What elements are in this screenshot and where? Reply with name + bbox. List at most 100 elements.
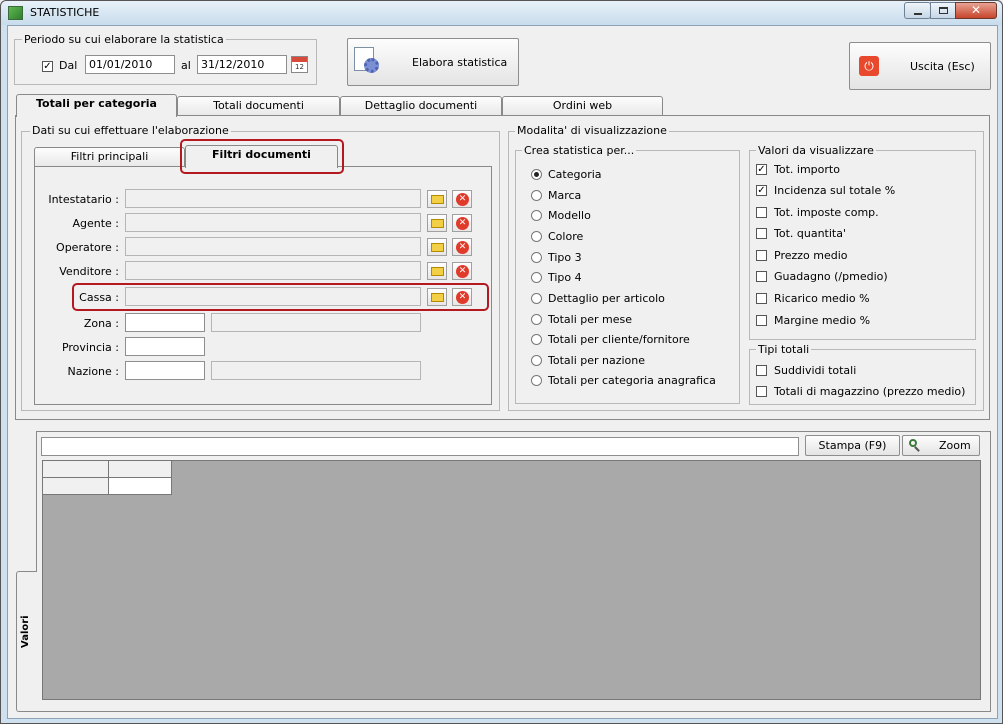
radio-categoria[interactable]: [531, 169, 542, 180]
operatore-label: Operatore :: [56, 241, 119, 254]
check-margine-medio[interactable]: [756, 315, 767, 326]
zoom-label: Zoom: [939, 439, 971, 452]
check-label-incidenza: Incidenza sul totale %: [774, 184, 896, 197]
statistiche-window: STATISTICHE ✕ Periodo su cui elaborare l…: [0, 0, 1003, 724]
zona-code-input[interactable]: [125, 313, 205, 332]
radio-label-marca: Marca: [548, 189, 582, 202]
venditore-label: Venditore :: [59, 265, 119, 278]
radio-label-tipo3: Tipo 3: [548, 251, 582, 264]
tab-totali-per-categoria[interactable]: Totali per categoria: [16, 94, 177, 117]
check-totali-magazzino[interactable]: [756, 386, 767, 397]
radio-totali-nazione[interactable]: [531, 355, 542, 366]
cassa-folder-icon[interactable]: [427, 288, 447, 306]
radio-label-colore: Colore: [548, 230, 584, 243]
window-title: STATISTICHE: [30, 6, 100, 19]
valori-legend: Valori da visualizzare: [756, 144, 876, 157]
radio-colore[interactable]: [531, 231, 542, 242]
dal-checkbox[interactable]: ✓: [42, 61, 53, 72]
subtab-filtri-principali[interactable]: Filtri principali: [34, 147, 185, 166]
operatore-input[interactable]: [125, 237, 421, 256]
venditore-folder-icon[interactable]: [427, 262, 447, 280]
check-guadagno[interactable]: [756, 271, 767, 282]
intestatario-delete-icon[interactable]: ✕: [452, 190, 472, 208]
cassa-label: Cassa :: [79, 291, 119, 304]
provincia-input[interactable]: [125, 337, 205, 356]
stampa-label: Stampa (F9): [818, 439, 887, 452]
maximize-icon: [939, 7, 948, 14]
agente-input[interactable]: [125, 213, 421, 232]
radio-label-totali-mese: Totali per mese: [548, 313, 632, 326]
display-legend: Modalita' di visualizzazione: [515, 124, 669, 137]
zoom-button[interactable]: Zoom: [902, 435, 980, 456]
operatore-delete-icon[interactable]: ✕: [452, 238, 472, 256]
agente-delete-icon[interactable]: ✕: [452, 214, 472, 232]
radio-label-tipo4: Tipo 4: [548, 271, 582, 284]
results-search-input[interactable]: [41, 437, 799, 456]
intestatario-input[interactable]: [125, 189, 421, 208]
close-button[interactable]: ✕: [955, 2, 997, 19]
venditore-input[interactable]: [125, 261, 421, 280]
client-area: Periodo su cui elaborare la statistica ✓…: [7, 25, 998, 719]
radio-marca[interactable]: [531, 190, 542, 201]
subtab-filtri-documenti[interactable]: Filtri documenti: [185, 145, 338, 168]
tab-ordini-web[interactable]: Ordini web: [502, 96, 663, 115]
operatore-folder-icon[interactable]: [427, 238, 447, 256]
radio-tipo4[interactable]: [531, 272, 542, 283]
nazione-code-input[interactable]: [125, 361, 205, 380]
date-to-input[interactable]: 31/12/2010: [197, 55, 287, 74]
radio-totali-mese[interactable]: [531, 314, 542, 325]
venditore-delete-icon[interactable]: ✕: [452, 262, 472, 280]
exit-button[interactable]: ⏻ Uscita (Esc): [849, 42, 991, 90]
close-icon: ✕: [970, 3, 982, 17]
intestatario-folder-icon[interactable]: [427, 190, 447, 208]
agente-folder-icon[interactable]: [427, 214, 447, 232]
radio-modello[interactable]: [531, 210, 542, 221]
tab-dettaglio-documenti[interactable]: Dettaglio documenti: [340, 96, 502, 115]
minimize-button[interactable]: [904, 2, 931, 19]
radio-totali-categoria-anagrafica[interactable]: [531, 375, 542, 386]
minimize-icon: [914, 13, 922, 15]
grid-row-header: [43, 478, 109, 495]
radio-totali-cliente[interactable]: [531, 334, 542, 345]
intestatario-label: Intestatario :: [48, 193, 119, 206]
power-icon: ⏻: [859, 56, 879, 76]
date-from-input[interactable]: 01/01/2010: [85, 55, 175, 74]
side-tab-valori[interactable]: Valori: [16, 571, 37, 712]
check-label-totali-magazzino: Totali di magazzino (prezzo medio): [774, 385, 966, 398]
exit-label: Uscita (Esc): [910, 60, 975, 73]
results-grid[interactable]: [42, 460, 981, 700]
check-tot-imposte[interactable]: [756, 207, 767, 218]
cassa-delete-icon[interactable]: ✕: [452, 288, 472, 306]
elabora-button[interactable]: Elabora statistica: [347, 38, 519, 86]
check-label-tot-quantita: Tot. quantita': [774, 227, 846, 240]
calendar-icon[interactable]: 12: [291, 56, 308, 73]
check-incidenza[interactable]: ✓: [756, 185, 767, 196]
radio-label-categoria: Categoria: [548, 168, 602, 181]
elabora-label: Elabora statistica: [412, 56, 508, 69]
al-label: al: [181, 59, 191, 72]
check-label-tot-imposte: Tot. imposte comp.: [774, 206, 879, 219]
check-prezzo-medio[interactable]: [756, 250, 767, 261]
tab-totali-documenti[interactable]: Totali documenti: [177, 96, 340, 115]
radio-label-totali-nazione: Totali per nazione: [548, 354, 646, 367]
check-tot-quantita[interactable]: [756, 228, 767, 239]
cassa-input[interactable]: [125, 287, 421, 306]
stampa-button[interactable]: Stampa (F9): [805, 435, 900, 456]
grid-cell[interactable]: [109, 478, 172, 495]
check-suddividi-totali[interactable]: [756, 365, 767, 376]
data-legend: Dati su cui effettuare l'elaborazione: [30, 124, 231, 137]
radio-label-modello: Modello: [548, 209, 591, 222]
radio-tipo3[interactable]: [531, 252, 542, 263]
gear-document-icon: [354, 47, 382, 75]
side-tab-label: Valori: [20, 615, 31, 648]
check-ricarico-medio[interactable]: [756, 293, 767, 304]
radio-dettaglio-articolo[interactable]: [531, 293, 542, 304]
title-bar: STATISTICHE ✕: [1, 1, 1002, 25]
maximize-button[interactable]: [930, 2, 956, 19]
check-tot-importo[interactable]: ✓: [756, 164, 767, 175]
radio-label-dettaglio-articolo: Dettaglio per articolo: [548, 292, 665, 305]
valori-group: [749, 150, 976, 340]
grid-header-cell-1: [43, 461, 109, 478]
check-label-tot-importo: Tot. importo: [774, 163, 840, 176]
app-chart-icon: [8, 6, 23, 20]
